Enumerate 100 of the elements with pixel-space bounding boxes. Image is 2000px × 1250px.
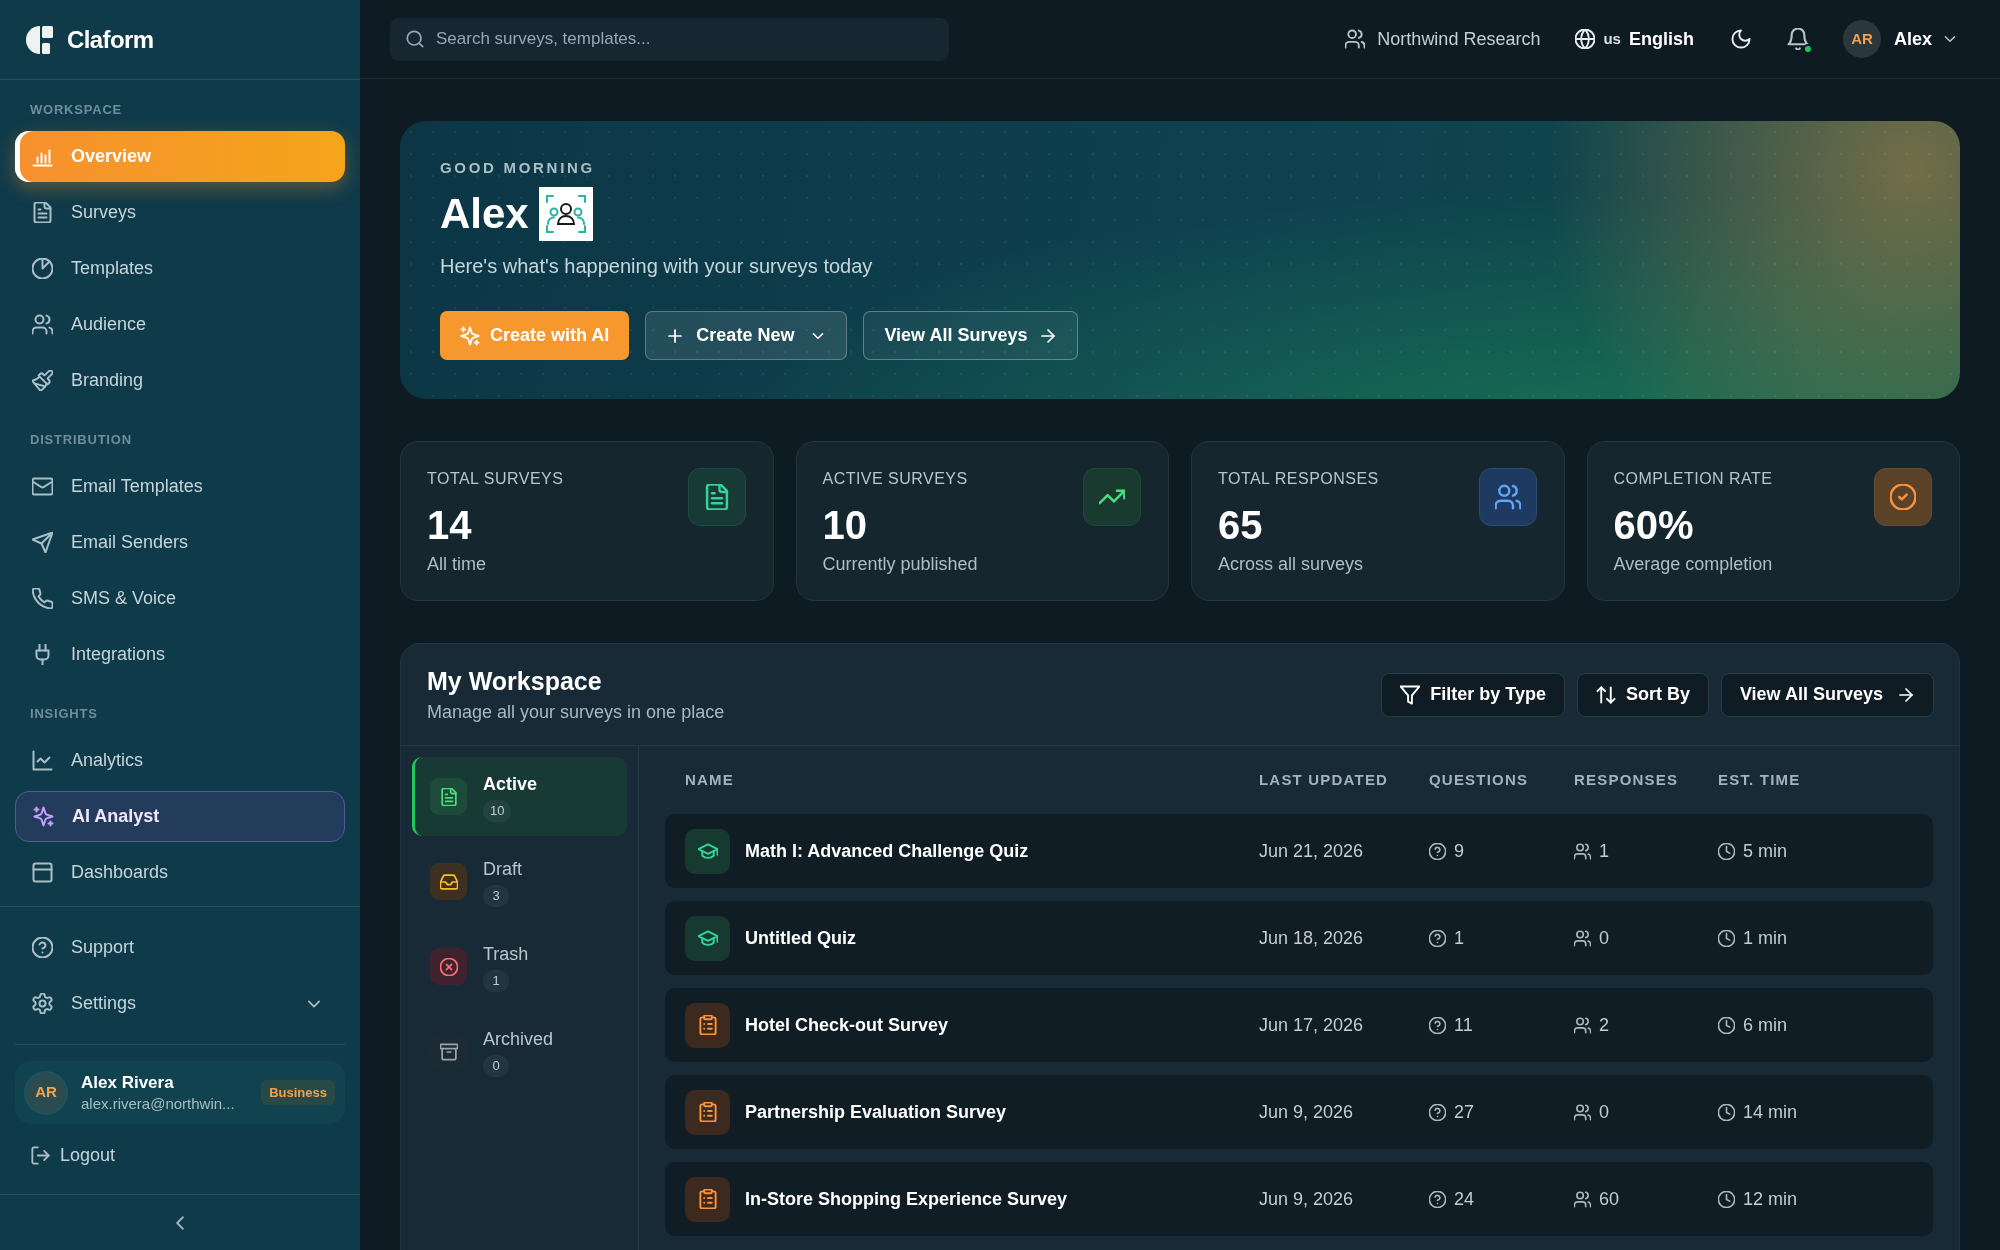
survey-row[interactable]: In-Store Shopping Experience Survey Jun 9, 2026 24 60 12 min bbox=[665, 1162, 1933, 1236]
users-icon bbox=[1574, 929, 1591, 947]
sidebar-item[interactable]: Dashboards bbox=[15, 847, 345, 898]
document-icon bbox=[430, 778, 467, 815]
help-icon bbox=[32, 937, 53, 958]
clipboard-icon bbox=[685, 1002, 730, 1048]
survey-row[interactable]: Hotel Check-out Survey Jun 17, 2026 11 2 6 min bbox=[665, 988, 1933, 1062]
question-icon bbox=[1429, 1190, 1446, 1208]
brand-name: Claform bbox=[67, 24, 154, 55]
filter-button[interactable]: Filter by Type bbox=[1381, 672, 1565, 717]
organization-switcher[interactable]: Northwind Research bbox=[1345, 25, 1541, 53]
status-tab[interactable]: Archived 0 bbox=[412, 1012, 627, 1091]
question-icon bbox=[1429, 929, 1446, 947]
sidebar-item[interactable]: Analytics bbox=[15, 735, 345, 786]
section-heading: INSIGHTS bbox=[29, 706, 99, 722]
stat-caption: Currently published bbox=[822, 553, 978, 575]
count-badge: 10 bbox=[483, 799, 512, 822]
clock-icon bbox=[1718, 1103, 1735, 1121]
response-count: 0 bbox=[1599, 926, 1609, 950]
sparkles-icon bbox=[33, 806, 54, 827]
stat-caption: Across all surveys bbox=[1218, 553, 1365, 575]
column-header: NAME bbox=[685, 769, 735, 790]
column-header: EST. TIME bbox=[1718, 769, 1802, 790]
workspace-title: My Workspace bbox=[427, 665, 603, 696]
estimated-time: 12 min bbox=[1743, 1187, 1798, 1211]
view-all-surveys-button[interactable]: View All Surveys bbox=[1720, 672, 1934, 717]
stat-value: 10 bbox=[822, 503, 868, 547]
sidebar-item[interactable]: Support bbox=[15, 922, 345, 973]
question-icon bbox=[1429, 1103, 1446, 1121]
stat-label: TOTAL SURVEYS bbox=[427, 469, 564, 489]
graduation-cap-icon bbox=[685, 915, 730, 961]
survey-name: Untitled Quiz bbox=[745, 926, 856, 950]
count-badge: 1 bbox=[483, 969, 509, 992]
response-count: 1 bbox=[1599, 839, 1609, 863]
sidebar-item[interactable]: Templates bbox=[15, 243, 345, 294]
stat-value: 14 bbox=[427, 503, 473, 547]
stat-label: COMPLETION RATE bbox=[1613, 469, 1773, 489]
survey-name: In-Store Shopping Experience Survey bbox=[745, 1187, 1068, 1211]
updated-date: Jun 21, 2026 bbox=[1259, 839, 1365, 863]
question-count: 1 bbox=[1454, 926, 1464, 950]
count-badge: 0 bbox=[483, 1054, 509, 1077]
sidebar-item[interactable]: SMS & Voice bbox=[15, 573, 345, 624]
sidebar-item[interactable]: Branding bbox=[15, 355, 345, 406]
survey-row[interactable]: Partnership Evaluation Survey Jun 9, 2026 27 0 14 min bbox=[665, 1075, 1933, 1149]
sidebar-item[interactable]: Email Templates bbox=[15, 461, 345, 512]
status-tab[interactable]: Active 10 bbox=[412, 757, 627, 836]
section-heading: WORKSPACE bbox=[29, 102, 123, 118]
survey-name: Math I: Advanced Challenge Quiz bbox=[745, 839, 1029, 863]
status-tab[interactable]: Trash 1 bbox=[412, 927, 627, 1006]
response-count: 60 bbox=[1599, 1187, 1620, 1211]
language-selector[interactable]: us English bbox=[1575, 25, 1694, 53]
user-avatar: AR bbox=[24, 1070, 68, 1115]
updated-date: Jun 9, 2026 bbox=[1259, 1100, 1355, 1124]
sort-arrows-icon bbox=[1595, 684, 1616, 705]
clock-icon bbox=[1718, 1016, 1735, 1034]
notification-bell-icon[interactable] bbox=[1786, 28, 1809, 50]
sidebar-item[interactable]: Audience bbox=[15, 299, 345, 350]
moon-icon[interactable] bbox=[1730, 29, 1751, 49]
question-icon bbox=[1429, 1016, 1446, 1034]
globe-icon bbox=[1575, 29, 1596, 49]
stat-value: 60% bbox=[1613, 503, 1695, 547]
logout-button[interactable]: Logout bbox=[15, 1135, 345, 1175]
archive-box-icon bbox=[430, 1033, 467, 1070]
status-tab[interactable]: Draft 3 bbox=[412, 842, 627, 921]
user-menu[interactable]: Alex bbox=[1893, 25, 1958, 53]
trending-up-icon bbox=[1083, 468, 1141, 526]
view-all-surveys-button[interactable]: View All Surveys bbox=[863, 311, 1079, 360]
greeting-name: Alex bbox=[440, 189, 529, 239]
survey-name: Hotel Check-out Survey bbox=[745, 1013, 949, 1037]
user-email: alex.rivera@northwin... bbox=[81, 1093, 235, 1114]
window-icon bbox=[32, 862, 53, 883]
sidebar-item[interactable]: Integrations bbox=[15, 629, 345, 680]
team-icon bbox=[538, 187, 593, 241]
question-count: 27 bbox=[1454, 1100, 1475, 1124]
survey-row[interactable]: Math I: Advanced Challenge Quiz Jun 21, 2026 9 1 5 min bbox=[665, 814, 1933, 888]
user-name: Alex Rivera bbox=[81, 1071, 175, 1094]
document-icon bbox=[687, 468, 746, 526]
column-header: RESPONSES bbox=[1574, 769, 1680, 790]
users-icon bbox=[32, 314, 53, 335]
clipboard-icon bbox=[685, 1089, 730, 1135]
sidebar-item[interactable]: Email Senders bbox=[15, 517, 345, 568]
paper-plane-icon bbox=[32, 532, 53, 553]
survey-name: Partnership Evaluation Survey bbox=[745, 1100, 1007, 1124]
funnel-icon bbox=[1400, 684, 1421, 705]
survey-row[interactable]: Untitled Quiz Jun 18, 2026 1 0 1 min bbox=[665, 901, 1933, 975]
clock-icon bbox=[1718, 929, 1735, 947]
sidebar-item[interactable]: AI Analyst bbox=[15, 791, 345, 842]
users-icon bbox=[1478, 468, 1537, 526]
stat-label: TOTAL RESPONSES bbox=[1218, 469, 1379, 489]
question-count: 11 bbox=[1454, 1013, 1473, 1037]
sort-button[interactable]: Sort By bbox=[1576, 672, 1709, 717]
create-new-button[interactable]: Create New bbox=[645, 311, 848, 360]
search-field[interactable]: Search surveys, templates... bbox=[390, 17, 949, 61]
paintbrush-icon bbox=[32, 370, 53, 391]
users-icon bbox=[1345, 29, 1366, 49]
users-icon bbox=[1574, 1016, 1591, 1034]
response-count: 0 bbox=[1599, 1100, 1609, 1124]
sidebar-item[interactable]: Settings bbox=[15, 978, 345, 1029]
sidebar-item[interactable]: Surveys bbox=[15, 187, 345, 238]
plan-badge: Business bbox=[261, 1079, 335, 1106]
